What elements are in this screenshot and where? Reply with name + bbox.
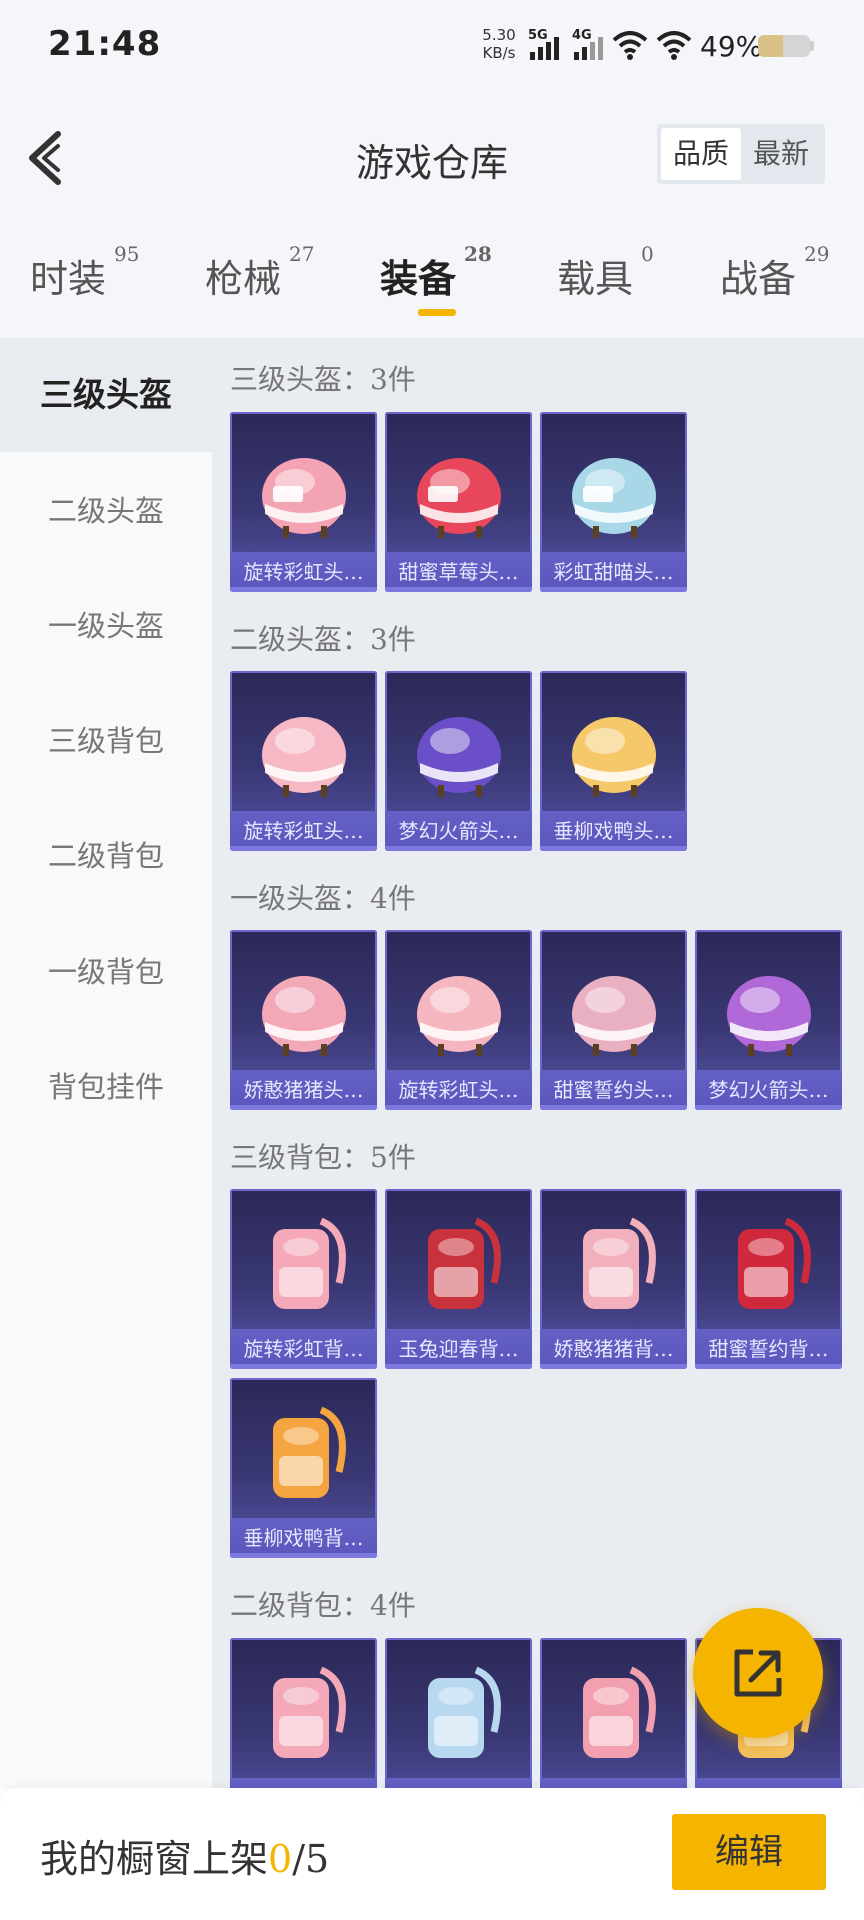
item-name: 旋转彩虹头… — [385, 1070, 532, 1110]
backpack-lv2-icon — [583, 1666, 656, 1758]
item-name — [540, 1778, 687, 1788]
sidebar-item-helmet-lv3[interactable]: 三级头盔 — [0, 338, 212, 452]
item-card[interactable]: 娇憨猪猪背… — [540, 1189, 687, 1369]
sort-newest-button[interactable]: 最新 — [741, 128, 821, 180]
backpack-lv2-icon — [273, 1666, 346, 1758]
helmet-lv3-icon — [572, 458, 656, 538]
section-title: 三级背包：5件 — [230, 1141, 416, 1174]
showcase-count: 0 — [268, 1837, 293, 1881]
item-name: 旋转彩虹头… — [230, 811, 377, 851]
item-card[interactable]: 甜蜜草莓头… — [385, 412, 532, 592]
edit-button[interactable]: 编辑 — [672, 1814, 826, 1890]
showcase-status: 我的橱窗上架0/5 — [40, 1837, 330, 1881]
item-card[interactable] — [540, 1638, 687, 1788]
backpack-lv2-icon — [428, 1666, 501, 1758]
battery-percent: 49% — [700, 30, 763, 63]
section-title: 三级头盔：3件 — [230, 363, 416, 396]
helmet-lv1-icon — [262, 976, 346, 1056]
status-bar: 21:48 5.30 KB/s 5G 4G 49% — [0, 0, 864, 88]
item-card[interactable]: 玉兔迎春背… — [385, 1189, 532, 1369]
item-card[interactable]: 彩虹甜喵头… — [540, 412, 687, 592]
sort-quality-button[interactable]: 品质 — [661, 128, 741, 180]
share-icon — [734, 1649, 782, 1697]
item-name: 甜蜜誓约背… — [695, 1329, 842, 1369]
sidebar-item-backpack-lv2[interactable]: 二级背包 — [0, 799, 212, 913]
header: 游戏仓库 品质 最新 时装95 枪械27 装备28 载具0 战备29 — [0, 88, 864, 338]
network-speed: 5.30 KB/s — [482, 26, 516, 62]
item-card[interactable] — [385, 1638, 532, 1788]
item-card[interactable]: 旋转彩虹头… — [385, 930, 532, 1110]
helmet-lv2-icon — [572, 717, 656, 797]
item-name: 彩虹甜喵头… — [540, 552, 687, 592]
category-tabs: 时装95 枪械27 装备28 载具0 战备29 — [0, 242, 864, 328]
helmet-lv1-icon — [572, 976, 656, 1056]
helmet-lv3-icon — [262, 458, 346, 538]
item-card[interactable]: 旋转彩虹头… — [230, 671, 377, 851]
item-card[interactable]: 旋转彩虹背… — [230, 1189, 377, 1369]
item-card[interactable]: 垂柳戏鸭头… — [540, 671, 687, 851]
sidebar-item-helmet-lv2[interactable]: 二级头盔 — [0, 454, 212, 568]
backpack-lv3-icon — [273, 1217, 346, 1309]
item-name: 娇憨猪猪头… — [230, 1070, 377, 1110]
item-name: 娇憨猪猪背… — [540, 1329, 687, 1369]
sort-toggle: 品质 最新 — [657, 124, 825, 184]
item-card[interactable]: 娇憨猪猪头… — [230, 930, 377, 1110]
bottom-bar: 我的橱窗上架0/5 编辑 — [0, 1788, 864, 1920]
item-card[interactable]: 垂柳戏鸭背… — [230, 1378, 377, 1558]
active-tab-indicator — [418, 309, 456, 316]
wifi-icon — [656, 31, 692, 60]
wifi-icon — [612, 31, 648, 60]
backpack-lv3-icon — [273, 1406, 346, 1498]
item-name: 玉兔迎春背… — [385, 1329, 532, 1369]
share-button[interactable] — [693, 1608, 823, 1738]
item-card[interactable]: 甜蜜誓约背… — [695, 1189, 842, 1369]
backpack-lv3-icon — [583, 1217, 656, 1309]
sidebar-item-backpack-pendant[interactable]: 背包挂件 — [0, 1030, 212, 1144]
item-name: 梦幻火箭头… — [695, 1070, 842, 1110]
helmet-lv3-icon — [417, 458, 501, 538]
battery-icon — [758, 35, 810, 57]
battery-tip — [810, 41, 814, 51]
item-name: 梦幻火箭头… — [385, 811, 532, 851]
sidebar-item-helmet-lv1[interactable]: 一级头盔 — [0, 569, 212, 683]
item-name: 垂柳戏鸭背… — [230, 1518, 377, 1558]
sidebar-item-backpack-lv3[interactable]: 三级背包 — [0, 684, 212, 798]
item-name: 甜蜜誓约头… — [540, 1070, 687, 1110]
item-name — [230, 1778, 377, 1788]
backpack-lv3-icon — [428, 1217, 501, 1309]
item-card[interactable]: 甜蜜誓约头… — [540, 930, 687, 1110]
item-name — [695, 1778, 842, 1788]
item-name — [385, 1778, 532, 1788]
helmet-lv1-icon — [417, 976, 501, 1056]
helmet-lv2-icon — [417, 717, 501, 797]
tab-vehicles[interactable]: 载具0 — [557, 242, 654, 303]
tab-fashion[interactable]: 时装95 — [30, 242, 139, 303]
item-name: 旋转彩虹头… — [230, 552, 377, 592]
section-title: 二级背包：4件 — [230, 1589, 416, 1622]
tab-equipment[interactable]: 装备28 — [380, 242, 492, 303]
section-title: 二级头盔：3件 — [230, 623, 416, 656]
item-name: 甜蜜草莓头… — [385, 552, 532, 592]
section-title: 一级头盔：4件 — [230, 882, 416, 915]
helmet-lv2-icon — [262, 717, 346, 797]
item-name: 旋转彩虹背… — [230, 1329, 377, 1369]
helmet-lv1-icon — [727, 976, 811, 1056]
clock: 21:48 — [48, 24, 162, 64]
item-card[interactable]: 梦幻火箭头… — [385, 671, 532, 851]
tab-supplies[interactable]: 战备29 — [720, 242, 829, 303]
item-grid: 三级头盔：3件 二级头盔：3件 一级头盔：4件 三级背包：5件 二级背包：4件 … — [212, 338, 864, 1788]
item-card[interactable]: 梦幻火箭头… — [695, 930, 842, 1110]
item-name: 垂柳戏鸭头… — [540, 811, 687, 851]
backpack-lv3-icon — [738, 1217, 811, 1309]
sidebar-item-backpack-lv1[interactable]: 一级背包 — [0, 915, 212, 1029]
item-card[interactable] — [230, 1638, 377, 1788]
item-card[interactable]: 旋转彩虹头… — [230, 412, 377, 592]
tab-guns[interactable]: 枪械27 — [205, 242, 314, 303]
sidebar: 三级头盔 二级头盔 一级头盔 三级背包 二级背包 一级背包 背包挂件 — [0, 338, 212, 1788]
